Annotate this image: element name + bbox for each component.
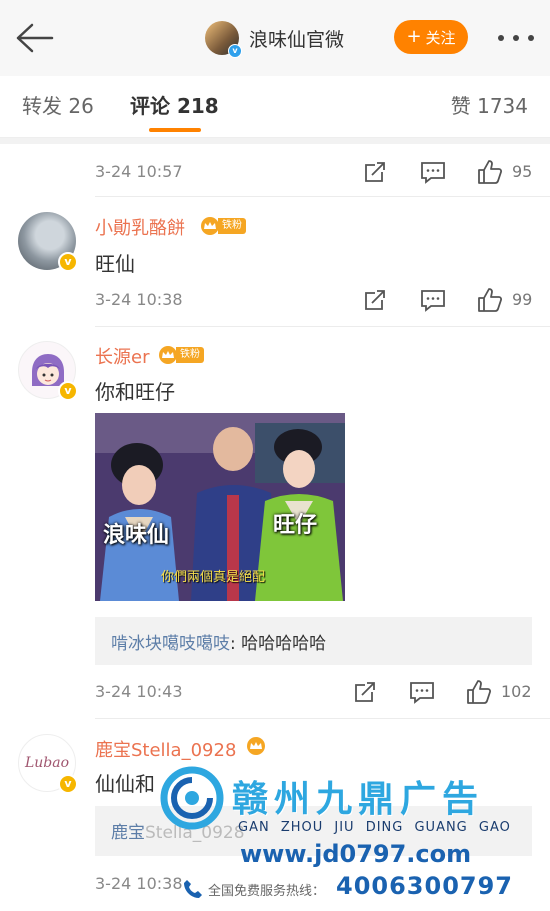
ad-pinyin: GAN ZHOU JIU DING GUANG GAO: [238, 820, 511, 835]
share-icon[interactable]: [351, 678, 379, 706]
image-label-left: 浪味仙: [103, 523, 170, 548]
reply-text: : 哈哈哈哈哈: [230, 634, 327, 654]
ad-phone-number: 4006300797: [336, 872, 513, 900]
follow-label: 关注: [425, 28, 456, 47]
share-icon[interactable]: [361, 158, 389, 186]
tab-comment[interactable]: 评论 218: [130, 90, 219, 119]
username[interactable]: 长源er: [95, 343, 149, 369]
comment-text: 仙仙和: [95, 772, 155, 796]
watermark-advertisement: 赣州九鼎广告 GAN ZHOU JIU DING GUANG GAO www.j…: [160, 764, 550, 911]
reply-username[interactable]: 鹿宝: [111, 823, 145, 843]
account-name: 浪味仙官微: [249, 28, 345, 51]
ad-website: www.jd0797.com: [240, 840, 472, 868]
comment-image[interactable]: 浪味仙 旺仔 你們兩個真是絕配: [95, 413, 345, 601]
comment-icon[interactable]: [419, 286, 447, 314]
ad-hotline: 全国免费服务热线：: [182, 876, 325, 902]
back-arrow-icon[interactable]: [14, 22, 54, 54]
more-dots-icon[interactable]: [497, 34, 535, 42]
account-title[interactable]: v 浪味仙官微: [205, 18, 344, 58]
phone-icon: [184, 880, 202, 898]
fan-label: 铁粉: [176, 347, 204, 363]
image-label-right: 旺仔: [273, 513, 318, 538]
like-thumb-icon[interactable]: [476, 286, 504, 314]
avatar-script-text: Lubao: [24, 755, 70, 771]
comment-time: 3-24 10:38: [95, 290, 183, 309]
image-subtitle: 你們兩個真是絕配: [161, 570, 266, 585]
comment-meta-row: 3-24 10:43 102: [95, 678, 540, 708]
comment-text: 旺仙: [95, 252, 135, 276]
tab-repost[interactable]: 转发 26: [22, 90, 94, 119]
avatar[interactable]: Lubao v: [18, 734, 78, 794]
comment-text: 你和旺仔: [95, 380, 175, 404]
fan-label: 铁粉: [218, 218, 246, 234]
like-thumb-icon[interactable]: [465, 678, 493, 706]
ad-brand-name: 赣州九鼎广告: [232, 779, 485, 820]
like-count: 99: [512, 290, 533, 309]
verified-gold-icon: v: [58, 774, 78, 794]
section-gap: [0, 138, 550, 144]
username[interactable]: 小勛乳酪餅: [95, 214, 185, 240]
verified-blue-icon: v: [228, 44, 242, 58]
avatar[interactable]: v: [18, 341, 78, 401]
share-icon[interactable]: [361, 286, 389, 314]
iron-fan-badge: 铁粉: [158, 345, 204, 365]
crown-icon: [247, 737, 265, 755]
account-avatar[interactable]: v: [205, 21, 242, 58]
tab-bar: 转发 26 评论 218 赞 1734: [0, 76, 550, 138]
reply-username[interactable]: 啃冰块噶吱噶吱: [111, 634, 230, 654]
verified-gold-icon: v: [58, 252, 78, 272]
top-nav-bar: v 浪味仙官微 + 关注: [0, 0, 550, 76]
verified-gold-icon: v: [58, 381, 78, 401]
tab-like[interactable]: 赞 1734: [451, 90, 528, 119]
like-count: 102: [501, 682, 532, 701]
plus-icon: +: [406, 26, 422, 47]
active-tab-indicator: [149, 128, 201, 132]
comment-meta-row: 3-24 10:38 99: [95, 286, 540, 316]
follow-button[interactable]: + 关注: [394, 20, 468, 54]
comment-divider: [95, 326, 550, 327]
comment-time: 3-24 10:43: [95, 682, 183, 701]
username[interactable]: 鹿宝Stella_0928: [95, 736, 236, 762]
ad-hotline-label: 全国免费服务热线：: [208, 883, 326, 899]
like-count: 95: [512, 162, 533, 181]
comment-icon[interactable]: [408, 678, 436, 706]
iron-fan-badge: 铁粉: [200, 216, 246, 236]
crown-icon: [201, 217, 219, 235]
like-thumb-icon[interactable]: [476, 158, 504, 186]
reply-preview[interactable]: 啃冰块噶吱噶吱: 哈哈哈哈哈: [95, 617, 532, 665]
comment-divider: [95, 718, 550, 719]
comment-divider: [95, 196, 550, 197]
comment-icon[interactable]: [419, 158, 447, 186]
crown-icon: [159, 346, 177, 364]
comment-meta-row: 3-24 10:57 95: [95, 158, 540, 188]
comment-time: 3-24 10:57: [95, 162, 183, 181]
avatar[interactable]: v: [18, 212, 78, 272]
swirl-logo-icon: [160, 766, 224, 830]
